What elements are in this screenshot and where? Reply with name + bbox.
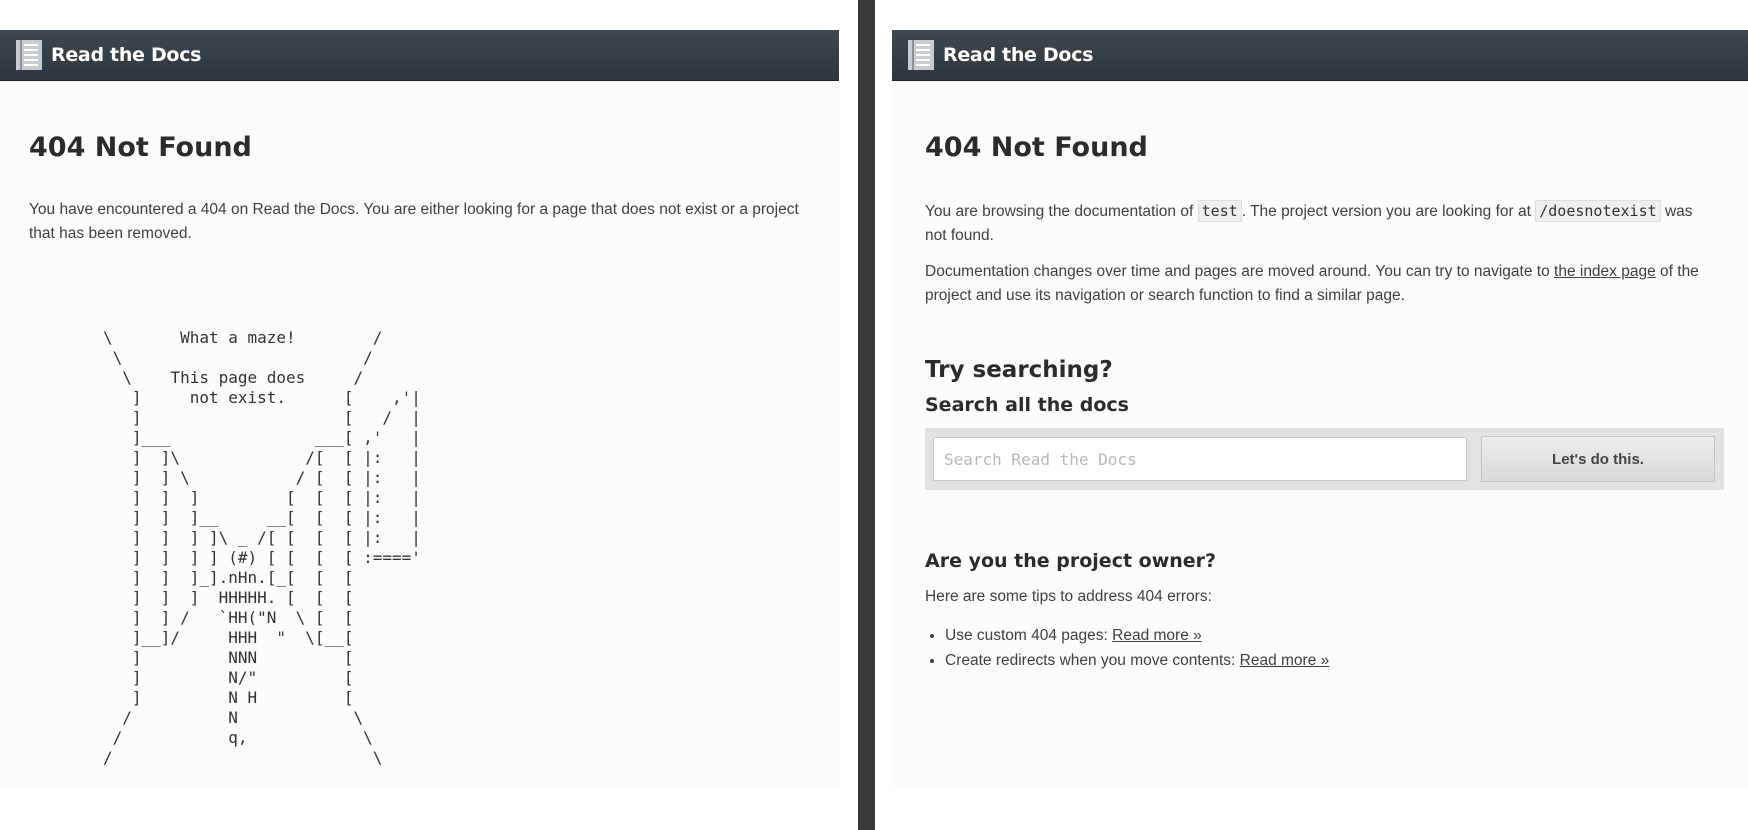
- changes-prefix: Documentation changes over time and page…: [925, 263, 1555, 280]
- project-name-code: test: [1197, 200, 1242, 222]
- right-page: Read the Docs 404 Not Found You are brow…: [892, 30, 1748, 787]
- main-content: 404 Not Found You have encountered a 404…: [0, 131, 839, 768]
- missing-path-code: /doesnotexist: [1535, 200, 1661, 222]
- brand-link[interactable]: Read the Docs: [943, 44, 1093, 66]
- left-page: Read the Docs 404 Not Found You have enc…: [0, 30, 839, 787]
- brand-link[interactable]: Read the Docs: [51, 44, 201, 66]
- maze-ascii-art: \ What a maze! / \ / \ This page does / …: [103, 328, 421, 767]
- try-searching-heading: Try searching?: [925, 357, 1113, 383]
- book-icon[interactable]: [16, 39, 42, 71]
- browse-description: You are browsing the documentation of te…: [925, 199, 1715, 248]
- read-more-link[interactable]: Read more »: [1112, 627, 1202, 644]
- tips-list: Use custom 404 pages: Read more » Create…: [925, 623, 1715, 673]
- owner-description: Here are some tips to address 404 errors…: [925, 588, 1212, 605]
- tip-text: Create redirects when you move contents:: [945, 652, 1240, 669]
- window-divider: [858, 0, 875, 830]
- book-icon[interactable]: [908, 39, 934, 71]
- tip-text: Use custom 404 pages:: [945, 627, 1113, 644]
- browse-prefix: You are browsing the documentation of: [925, 203, 1198, 220]
- main-content: 404 Not Found You are browsing the docum…: [892, 131, 1748, 673]
- read-more-link[interactable]: Read more »: [1240, 652, 1330, 669]
- owner-heading: Are you the project owner?: [925, 550, 1217, 572]
- top-nav-bar: Read the Docs: [892, 30, 1748, 81]
- top-nav-bar: Read the Docs: [0, 30, 839, 81]
- browse-middle: . The project version you are looking fo…: [1241, 203, 1536, 220]
- list-item: Use custom 404 pages: Read more »: [945, 623, 1715, 648]
- changes-description: Documentation changes over time and page…: [925, 260, 1715, 308]
- error-description: You have encountered a 404 on Read the D…: [29, 201, 799, 242]
- search-form: Let's do this.: [925, 428, 1724, 490]
- index-page-link[interactable]: the index page: [1554, 263, 1656, 280]
- page-title: 404 Not Found: [925, 132, 1148, 163]
- search-input[interactable]: [933, 437, 1467, 481]
- page-title: 404 Not Found: [29, 132, 252, 163]
- search-submit-button[interactable]: Let's do this.: [1481, 436, 1715, 482]
- list-item: Create redirects when you move contents:…: [945, 648, 1715, 673]
- search-all-heading: Search all the docs: [925, 394, 1129, 416]
